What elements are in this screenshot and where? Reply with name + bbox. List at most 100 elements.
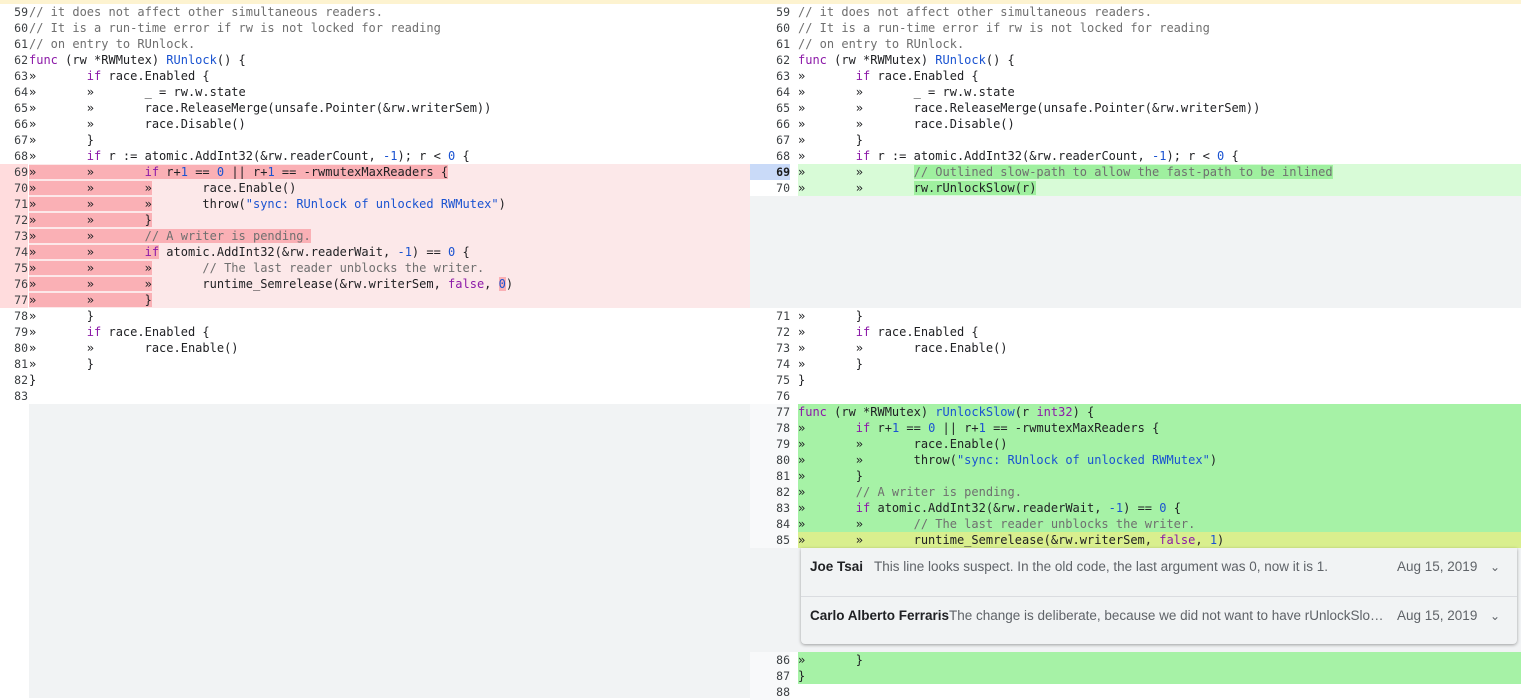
line-number[interactable]: 74 [750, 356, 790, 372]
code-text: // it does not affect other simultaneous… [798, 5, 1153, 19]
line-number[interactable]: 63 [750, 68, 790, 84]
line-number[interactable]: 61 [750, 36, 790, 52]
code-line: 65 » » race.ReleaseMerge(unsafe.Pointer(&… [750, 100, 1521, 116]
code-line: 69» » if r+1 == 0 || r+1 == -rwmutexMaxR… [0, 164, 750, 180]
line-number[interactable]: 82 [0, 372, 28, 388]
comment-author: Carlo Alberto Ferraris [810, 608, 950, 623]
code-text: » » race.Enable() [29, 341, 239, 355]
line-number[interactable]: 66 [0, 116, 28, 132]
code-line: 81» } [0, 356, 750, 372]
line-number[interactable]: 73 [0, 228, 28, 244]
code-line: 73 » » race.Enable() [750, 340, 1521, 356]
line-number[interactable]: 81 [0, 356, 28, 372]
line-number[interactable]: 62 [750, 52, 790, 68]
comment-author: Joe Tsai [810, 559, 864, 574]
line-number[interactable]: 60 [0, 20, 28, 36]
code-line: 77 func (rw *RWMutex) rUnlockSlow(r int32… [750, 404, 1521, 420]
code-text: » » _ = rw.w.state [798, 85, 1015, 99]
line-number[interactable]: 78 [750, 420, 790, 436]
line-number[interactable]: 81 [750, 468, 790, 484]
line-number[interactable]: 83 [750, 500, 790, 516]
code-text: // It is a run-time error if rw is not l… [29, 21, 441, 35]
line-number[interactable]: 59 [750, 4, 790, 20]
line-number[interactable]: 68 [750, 148, 790, 164]
code-text: » } [798, 652, 1521, 668]
line-number[interactable]: 80 [0, 340, 28, 356]
code-line: 61// on entry to RUnlock. [750, 36, 1521, 52]
code-text: » » » throw("sync: RUnlock of unlocked R… [29, 196, 750, 212]
code-line: 79» if race.Enabled { [0, 324, 750, 340]
chevron-down-icon[interactable]: ⌄ [1490, 549, 1500, 585]
line-number[interactable]: 73 [750, 340, 790, 356]
code-text: // it does not affect other simultaneous… [29, 5, 384, 19]
line-number[interactable]: 80 [750, 452, 790, 468]
code-text: » // A writer is pending. [798, 484, 1521, 500]
code-text: » » _ = rw.w.state [29, 85, 246, 99]
code-text: » } [29, 309, 95, 323]
code-line: 72» » } [0, 212, 750, 228]
line-number[interactable]: 85 [750, 532, 790, 548]
code-line: 76 [750, 388, 1521, 404]
line-number[interactable]: 77 [0, 292, 28, 308]
code-text: » » race.Disable() [29, 117, 246, 131]
code-line: 59 // it does not affect other simultaneo… [750, 4, 1521, 20]
line-number[interactable]: 60 [750, 20, 790, 36]
code-text: » » throw("sync: RUnlock of unlocked RWM… [798, 452, 1521, 468]
line-number[interactable]: 61 [0, 36, 28, 52]
line-number[interactable]: 77 [750, 404, 790, 420]
code-text: » } [798, 309, 864, 323]
line-number[interactable]: 74 [0, 244, 28, 260]
comment[interactable]: Joe Tsai This line looks suspect. In the… [801, 548, 1517, 595]
line-number[interactable]: 76 [750, 388, 790, 404]
comment-date: Aug 15, 2019 [1397, 608, 1478, 623]
line-number[interactable]: 64 [0, 84, 28, 100]
line-number[interactable]: 63 [0, 68, 28, 84]
line-number[interactable]: 69 [0, 164, 28, 180]
code-line: 61// on entry to RUnlock. [0, 36, 750, 52]
code-line: 62 func (rw *RWMutex) RUnlock() { [0, 52, 750, 68]
code-line: 60// It is a run-time error if rw is not… [0, 20, 750, 36]
line-number[interactable]: 65 [750, 100, 790, 116]
code-line: 80 » » throw("sync: RUnlock of unlocked R… [750, 452, 1521, 468]
code-text: » } [29, 357, 95, 371]
line-number[interactable]: 67 [0, 132, 28, 148]
code-text: » » » race.Enable() [29, 180, 750, 196]
code-text: » } [798, 133, 864, 147]
line-number[interactable]: 72 [750, 324, 790, 340]
code-line: 70 » » rw.rUnlockSlow(r) [750, 180, 1521, 196]
line-number[interactable]: 72 [0, 212, 28, 228]
code-text: » » race.ReleaseMerge(unsafe.Pointer(&rw… [798, 101, 1261, 115]
line-number[interactable]: 65 [0, 100, 28, 116]
line-number[interactable]: 79 [750, 436, 790, 452]
code-text: » » // Outlined slow-path to allow the f… [798, 164, 1521, 180]
chevron-down-icon[interactable]: ⌄ [1490, 598, 1500, 634]
code-text: » » // A writer is pending. [29, 228, 750, 244]
line-number[interactable]: 69 [750, 164, 790, 180]
line-number[interactable]: 59 [0, 4, 28, 20]
line-number[interactable]: 76 [0, 276, 28, 292]
line-number[interactable]: 83 [0, 388, 28, 404]
line-number[interactable]: 64 [750, 84, 790, 100]
line-number[interactable]: 67 [750, 132, 790, 148]
line-number[interactable]: 62 [0, 52, 28, 68]
line-number[interactable]: 70 [0, 180, 28, 196]
line-number[interactable]: 75 [750, 372, 790, 388]
code-text: » » if r+1 == 0 || r+1 == -rwmutexMaxRea… [29, 164, 750, 180]
line-number[interactable]: 82 [750, 484, 790, 500]
code-line: 66 » » race.Disable() [750, 116, 1521, 132]
line-number[interactable]: 75 [0, 260, 28, 276]
line-number[interactable]: 71 [750, 308, 790, 324]
line-number[interactable]: 71 [0, 196, 28, 212]
code-line: 83 [0, 388, 750, 404]
comment[interactable]: Carlo Alberto Ferraris The change is del… [801, 596, 1517, 644]
line-number[interactable]: 87 [750, 668, 790, 684]
line-number[interactable]: 78 [0, 308, 28, 324]
line-number[interactable]: 70 [750, 180, 790, 196]
line-number[interactable]: 66 [750, 116, 790, 132]
comment-message: This line looks suspect. In the old code… [874, 559, 1328, 574]
line-number[interactable]: 84 [750, 516, 790, 532]
diff-gap-filler [750, 196, 1521, 308]
line-number[interactable]: 68 [0, 148, 28, 164]
line-number[interactable]: 79 [0, 324, 28, 340]
line-number[interactable]: 86 [750, 652, 790, 668]
